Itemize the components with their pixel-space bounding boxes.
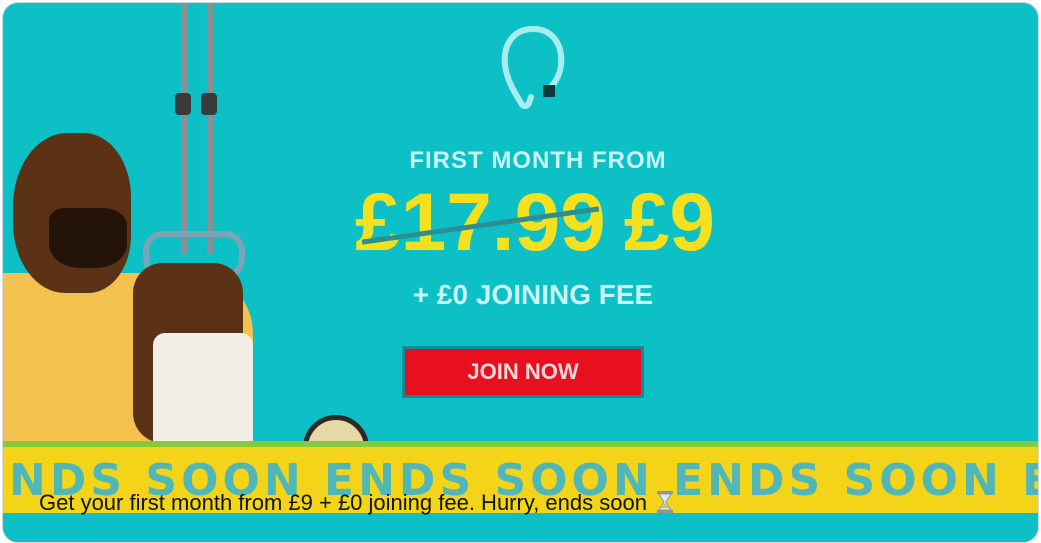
join-now-button[interactable]: JOIN NOW: [402, 346, 644, 398]
rope: [181, 3, 187, 253]
joining-fee: + £0 JOINING FEE: [412, 279, 654, 310]
person-beard: [49, 208, 127, 268]
ad-caption: Get your first month from £9 + £0 joinin…: [39, 489, 829, 517]
price-row: £17.99 £9: [315, 177, 755, 269]
ad-card[interactable]: FIRST MONTH FROM £17.99 £9 + £0 JOINING F…: [2, 2, 1039, 543]
rope: [207, 3, 213, 253]
offer-eyebrow: FIRST MONTH FROM: [409, 147, 667, 174]
rope-knot: [201, 93, 217, 115]
caption-text: Get your first month from £9 + £0 joinin…: [39, 490, 647, 515]
hourglass-icon: [656, 491, 673, 513]
pure-gym-logo-icon: [501, 26, 565, 109]
new-price: £9: [623, 177, 716, 268]
banner-bottom-strip: [3, 513, 1038, 542]
ad-banner-image[interactable]: FIRST MONTH FROM £17.99 £9 + £0 JOINING F…: [3, 3, 1038, 542]
rope-knot: [175, 93, 191, 115]
old-price: £17.99: [354, 177, 606, 268]
